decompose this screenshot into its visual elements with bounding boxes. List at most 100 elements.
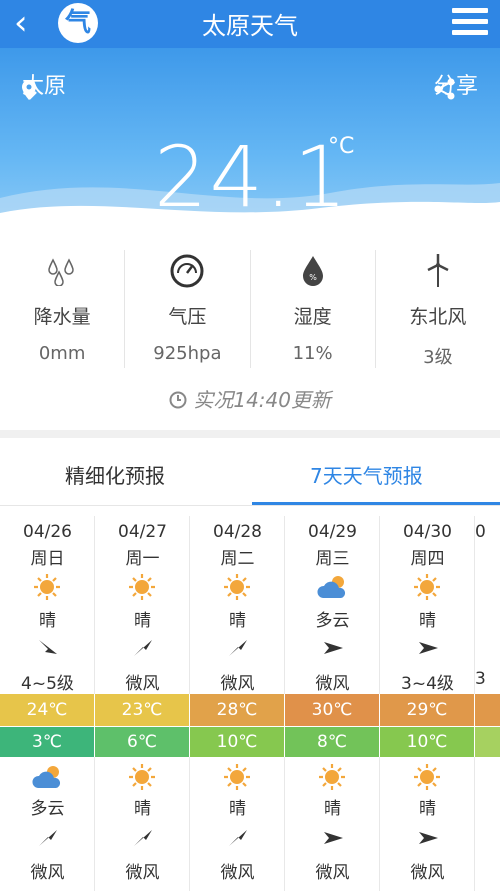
wind-direction-icon (227, 638, 249, 662)
forecast-days[interactable]: 04/26 周日晴 4~5级 24℃ 3℃ 多云 微风 04/27 周一晴微风 23℃ 6℃ 晴微风 0… (0, 516, 500, 891)
forecast-day: 04/29 周三 多云 微风 30℃ 8℃ 晴微风 (285, 516, 380, 891)
column-divider (284, 757, 285, 891)
svg-text:%: % (309, 273, 317, 282)
column-divider (94, 516, 95, 694)
humidity-icon: % (251, 250, 375, 292)
stat-label: 降水量 (33, 306, 91, 328)
day-wind: 4~5级 (21, 674, 74, 694)
column-divider (284, 516, 285, 694)
clock-icon (169, 391, 187, 409)
sun-icon (125, 762, 159, 796)
column-divider (379, 516, 380, 694)
night-weather: 晴 (419, 799, 436, 819)
day-weather: 晴 (419, 611, 436, 631)
night-wind: 微风 (410, 863, 445, 883)
night-wind: 微风 (125, 863, 160, 883)
sun-icon (410, 572, 444, 606)
share-button[interactable]: 分享 (434, 68, 478, 100)
day-date: 04/29 (308, 522, 357, 542)
location-selector[interactable]: 太原 (22, 68, 66, 100)
day-wind: 3~4级 (401, 674, 454, 694)
low-temp: 8℃ (285, 727, 379, 757)
high-temp: 24℃ (0, 694, 94, 726)
high-temp: 23℃ (95, 694, 189, 726)
day-wind: 微风 (220, 674, 255, 694)
wind-direction-icon (37, 828, 59, 852)
low-temp: 6℃ (95, 727, 189, 757)
day-date: 04/26 (23, 522, 72, 542)
day-weekday: 周日 (30, 549, 65, 569)
page-title: 太原天气 (202, 12, 298, 40)
sun-icon (315, 762, 349, 796)
day-weekday: 周一 (125, 549, 160, 569)
sun-icon (220, 762, 254, 796)
day-weather: 晴 (229, 611, 246, 631)
update-time: 实况14:40更新 (0, 384, 500, 413)
tab-7day-forecast[interactable]: 7天天气预报 (310, 460, 423, 489)
day-weather: 晴 (39, 611, 56, 631)
stat-value: 925hpa (153, 343, 222, 364)
wind-direction-icon (132, 828, 154, 852)
cloud-icon (315, 572, 351, 606)
forecast-tabs: 精细化预报 7天天气预报 (0, 440, 500, 506)
day-weather: 晴 (134, 611, 151, 631)
day-date: 04/30 (403, 522, 452, 542)
forecast-day: 04/27 周一晴微风 23℃ 6℃ 晴微风 (95, 516, 190, 891)
app-logo-icon: 气 (58, 3, 98, 43)
forecast-day: 04/30 周四晴 3~4级 29℃ 10℃ 晴微风 (380, 516, 475, 891)
day-wind: 微风 (315, 674, 350, 694)
forecast-day: 04/26 周日晴 4~5级 24℃ 3℃ 多云微风 (0, 516, 95, 891)
stat-label: 东北风 (409, 306, 467, 328)
sun-icon (125, 572, 159, 606)
wind-direction-icon (227, 828, 249, 852)
temperature-unit: °C (328, 134, 355, 159)
wind-direction-icon (417, 638, 439, 662)
stat-label: 湿度 (293, 306, 332, 328)
day-weather: 多云 (315, 611, 350, 631)
wind-direction-icon (322, 638, 344, 662)
low-temp: 3℃ (0, 727, 94, 757)
high-temp: 29℃ (380, 694, 474, 726)
night-wind: 微风 (30, 863, 65, 883)
wind-direction-icon (322, 828, 344, 852)
column-divider (474, 757, 475, 891)
night-weather: 晴 (324, 799, 341, 819)
column-divider (474, 516, 475, 694)
column-divider (189, 516, 190, 694)
day-weekday: 周四 (410, 549, 445, 569)
stat-value: 0mm (38, 343, 86, 364)
menu-icon[interactable] (452, 8, 488, 38)
stat-label: 气压 (168, 306, 207, 328)
wind-direction-icon (132, 638, 154, 662)
stat-precipitation: 降水量 0mm (0, 250, 126, 368)
wind-direction-icon (417, 828, 439, 852)
sun-icon (30, 572, 64, 606)
low-temp: 10℃ (190, 727, 284, 757)
high-temp (475, 694, 500, 726)
current-weather-panel: 太原 分享 24.1 °C (0, 48, 500, 228)
active-tab-indicator (252, 502, 500, 505)
column-divider (379, 757, 380, 891)
cloud-icon (30, 762, 66, 796)
low-temp: 10℃ (380, 727, 474, 757)
tab-fine-forecast[interactable]: 精细化预报 (65, 460, 165, 489)
night-weather: 多云 (30, 799, 65, 819)
night-weather: 晴 (134, 799, 151, 819)
wind-turbine-icon (376, 250, 500, 292)
day-date: 04/27 (118, 522, 167, 542)
section-divider (0, 430, 500, 438)
stat-value: 11% (292, 343, 333, 364)
night-wind: 微风 (315, 863, 350, 883)
forecast-day: 03 (475, 516, 500, 891)
high-temp: 28℃ (190, 694, 284, 726)
stat-humidity: % 湿度 11% (251, 250, 376, 368)
column-divider (94, 757, 95, 891)
gauge-icon (125, 250, 249, 292)
current-temperature: 24.1 (154, 128, 350, 226)
back-button[interactable]: ‹ (14, 6, 50, 42)
update-text: 实况14:40更新 (193, 388, 331, 412)
weather-stats: 降水量 0mm 气压 925hpa % 湿度 11% 东北风 3级 (0, 250, 500, 370)
sun-icon (410, 762, 444, 796)
rain-drops-icon (0, 250, 124, 292)
top-bar: ‹ 气 太原天气 (0, 0, 500, 48)
